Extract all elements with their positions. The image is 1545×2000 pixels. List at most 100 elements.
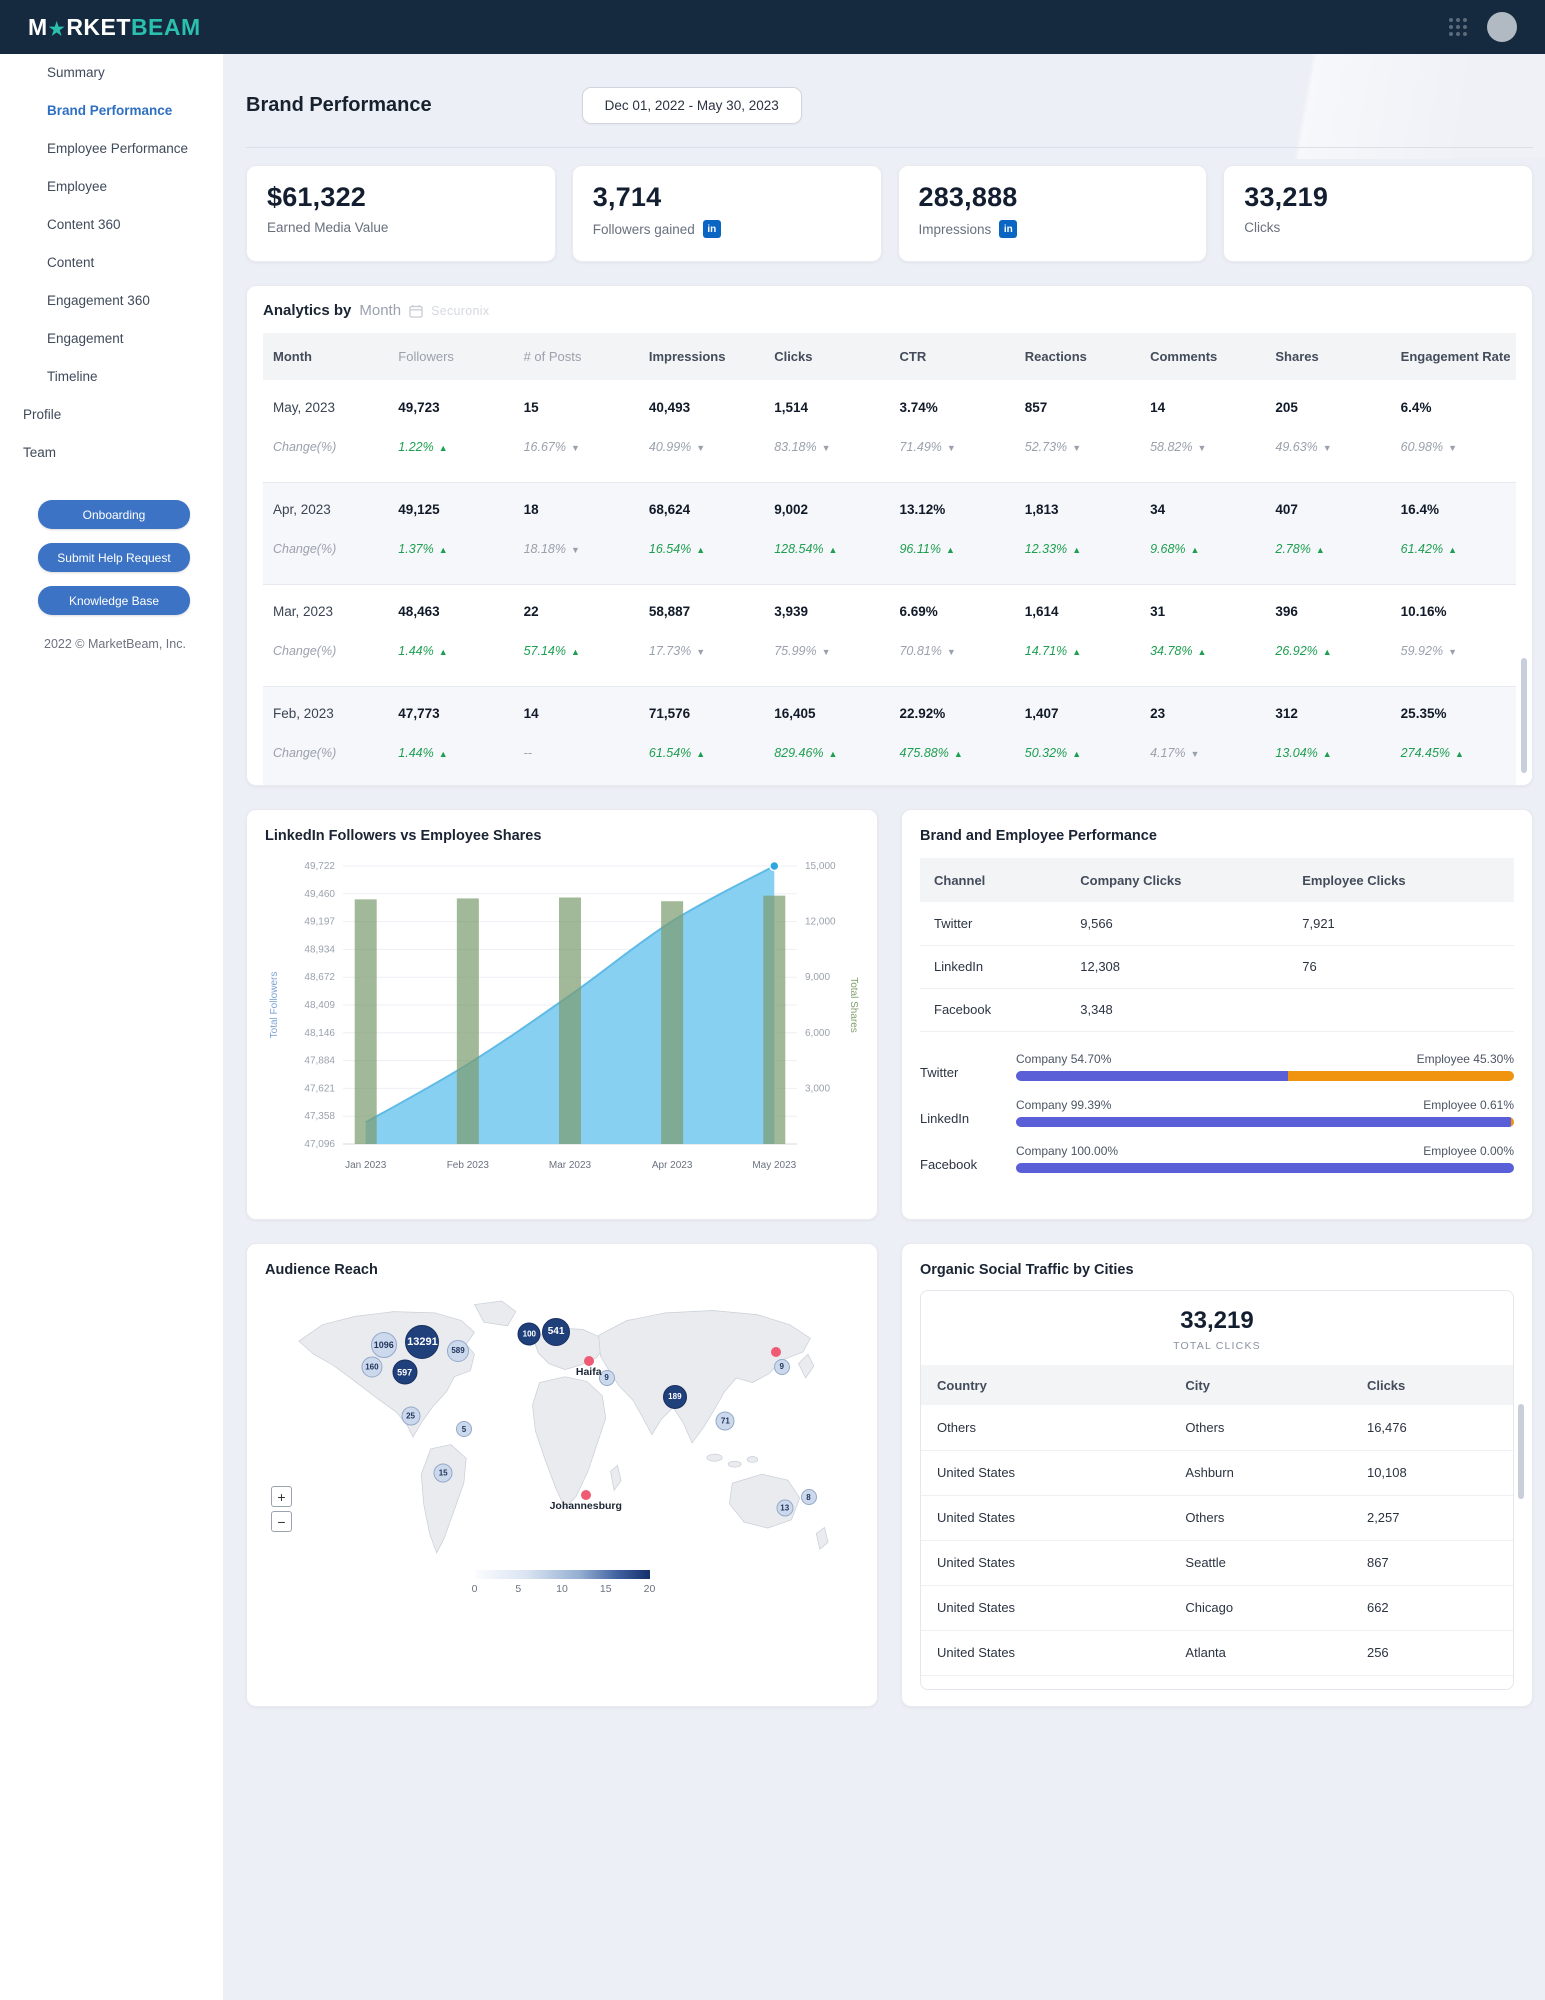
column-header-clicks: Clicks: [1351, 1365, 1513, 1405]
up-arrow-icon: ▲: [1072, 749, 1081, 759]
svg-text:48,146: 48,146: [304, 1028, 335, 1039]
sidebar-item-engagement-360[interactable]: Engagement 360: [0, 282, 223, 320]
metric-value: 25.35%: [1391, 686, 1516, 740]
map-bubble: 8: [801, 1489, 817, 1505]
city-clicks: 10,108: [1351, 1450, 1513, 1495]
logo-beam: BEAM: [131, 14, 201, 40]
city-clicks: 867: [1351, 1540, 1513, 1585]
sidebar-section-profile[interactable]: Profile: [0, 396, 223, 434]
change-value: 829.46%▲: [764, 740, 889, 786]
watermark-text: Securonix: [431, 304, 489, 318]
apps-grid-icon[interactable]: [1449, 18, 1467, 36]
sidebar-item-timeline[interactable]: Timeline: [0, 358, 223, 396]
share-bar: [1016, 1163, 1514, 1173]
map-legend: 05101520: [265, 1570, 859, 1598]
metric-value: 6.4%: [1391, 380, 1516, 434]
change-value: 128.54%▲: [764, 536, 889, 584]
city-row: United StatesDallas222: [921, 1675, 1513, 1690]
legend-tick-label: 10: [556, 1583, 568, 1595]
metric-value: 71,576: [639, 686, 764, 740]
up-arrow-icon: ▲: [829, 749, 838, 759]
knowledge-base-button[interactable]: Knowledge Base: [38, 586, 190, 615]
change-value: 96.11%▲: [889, 536, 1014, 584]
month-values-row: May, 202349,7231540,4931,5143.74%8571420…: [263, 380, 1516, 434]
metric-value: 13.12%: [889, 482, 1014, 536]
kpi-value: 3,714: [593, 182, 861, 213]
change-value: 60.98%▼: [1391, 434, 1516, 482]
company-clicks: 9,566: [1066, 902, 1288, 945]
avatar[interactable]: [1487, 12, 1517, 42]
app-logo: M★RKETBEAM: [28, 14, 201, 41]
change-value: 71.49%▼: [889, 434, 1014, 482]
performance-row: LinkedIn12,30876: [920, 945, 1514, 988]
map-bubble: 597: [392, 1360, 417, 1385]
sidebar-item-brand-performance[interactable]: Brand Performance: [0, 92, 223, 130]
performance-card: Brand and Employee Performance ChannelCo…: [901, 809, 1533, 1220]
channel-bar-row: LinkedInCompany 99.39%Employee 0.61%: [920, 1098, 1514, 1127]
logo-star-icon: ★: [48, 19, 67, 39]
employee-share-label: Employee 0.61%: [1423, 1098, 1514, 1112]
charts-row: LinkedIn Followers vs Employee Shares 49…: [246, 809, 1533, 1220]
change-value: 475.88%▲: [889, 740, 1014, 786]
sidebar-section-team[interactable]: Team: [0, 434, 223, 472]
metric-value: 3.74%: [889, 380, 1014, 434]
topbar: M★RKETBEAM: [0, 0, 1545, 54]
svg-text:May 2023: May 2023: [752, 1160, 796, 1171]
sidebar-item-employee-performance[interactable]: Employee Performance: [0, 130, 223, 168]
change-label: Change(%): [263, 740, 388, 786]
change-value: 16.54%▲: [639, 536, 764, 584]
down-arrow-icon: ▼: [571, 443, 580, 453]
down-arrow-icon: ▼: [571, 545, 580, 555]
metric-value: 22.92%: [889, 686, 1014, 740]
company-share-label: Company 54.70%: [1016, 1052, 1111, 1066]
cities-scrollbar[interactable]: [1518, 1404, 1524, 1499]
map-bubble: 100: [518, 1323, 541, 1346]
city-row: United StatesAtlanta256: [921, 1630, 1513, 1675]
change-value: 34.78%▲: [1140, 638, 1265, 686]
svg-text:Total Followers: Total Followers: [269, 972, 280, 1039]
sidebar-item-engagement[interactable]: Engagement: [0, 320, 223, 358]
analytics-scrollbar[interactable]: [1521, 658, 1527, 773]
date-range-picker[interactable]: Dec 01, 2022 - May 30, 2023: [582, 87, 802, 124]
city-row: United StatesChicago662: [921, 1585, 1513, 1630]
onboarding-button[interactable]: Onboarding: [38, 500, 190, 529]
change-value: 1.22%▲: [388, 434, 513, 482]
up-arrow-icon: ▲: [571, 647, 580, 657]
city-country: United States: [921, 1495, 1169, 1540]
down-arrow-icon: ▼: [1323, 443, 1332, 453]
metric-value: 18: [514, 482, 639, 536]
map-bubble: 15: [434, 1463, 453, 1482]
map-bubble: 5: [456, 1421, 472, 1437]
down-arrow-icon: ▼: [1448, 647, 1457, 657]
kpi-label: Earned Media Value: [267, 220, 388, 235]
city-clicks: 662: [1351, 1585, 1513, 1630]
metric-value: 58,887: [639, 584, 764, 638]
analytics-title-muted: Month: [359, 302, 401, 319]
column-header-ctr: CTR: [889, 333, 1014, 380]
company-clicks: 3,348: [1066, 988, 1288, 1031]
up-arrow-icon: ▲: [1316, 545, 1325, 555]
channel-name: Facebook: [920, 988, 1066, 1031]
world-map[interactable]: 109613291589160597255151005419189971138H…: [265, 1288, 859, 1560]
sidebar-item-content-360[interactable]: Content 360: [0, 206, 223, 244]
metric-value: 205: [1265, 380, 1390, 434]
legend-tick-label: 15: [600, 1583, 612, 1595]
sidebar-item-summary[interactable]: Summary: [0, 54, 223, 92]
submit-help-request-button[interactable]: Submit Help Request: [38, 543, 190, 572]
zoom-out-button[interactable]: −: [271, 1511, 292, 1532]
company-bar-segment: [1016, 1163, 1514, 1173]
down-arrow-icon: ▼: [947, 443, 956, 453]
metric-value: 1,614: [1015, 584, 1140, 638]
sidebar-sections: ProfileTeam: [0, 396, 223, 472]
metric-value: 10.16%: [1391, 584, 1516, 638]
sidebar-item-employee[interactable]: Employee: [0, 168, 223, 206]
zoom-in-button[interactable]: +: [271, 1486, 292, 1507]
svg-text:6,000: 6,000: [805, 1028, 830, 1039]
metric-value: 14: [514, 686, 639, 740]
metric-value: 9,002: [764, 482, 889, 536]
metric-value: 34: [1140, 482, 1265, 536]
sidebar-item-content[interactable]: Content: [0, 244, 223, 282]
svg-text:12,000: 12,000: [805, 917, 836, 928]
city-name: Others: [1169, 1495, 1351, 1540]
city-dot: [581, 1490, 591, 1500]
